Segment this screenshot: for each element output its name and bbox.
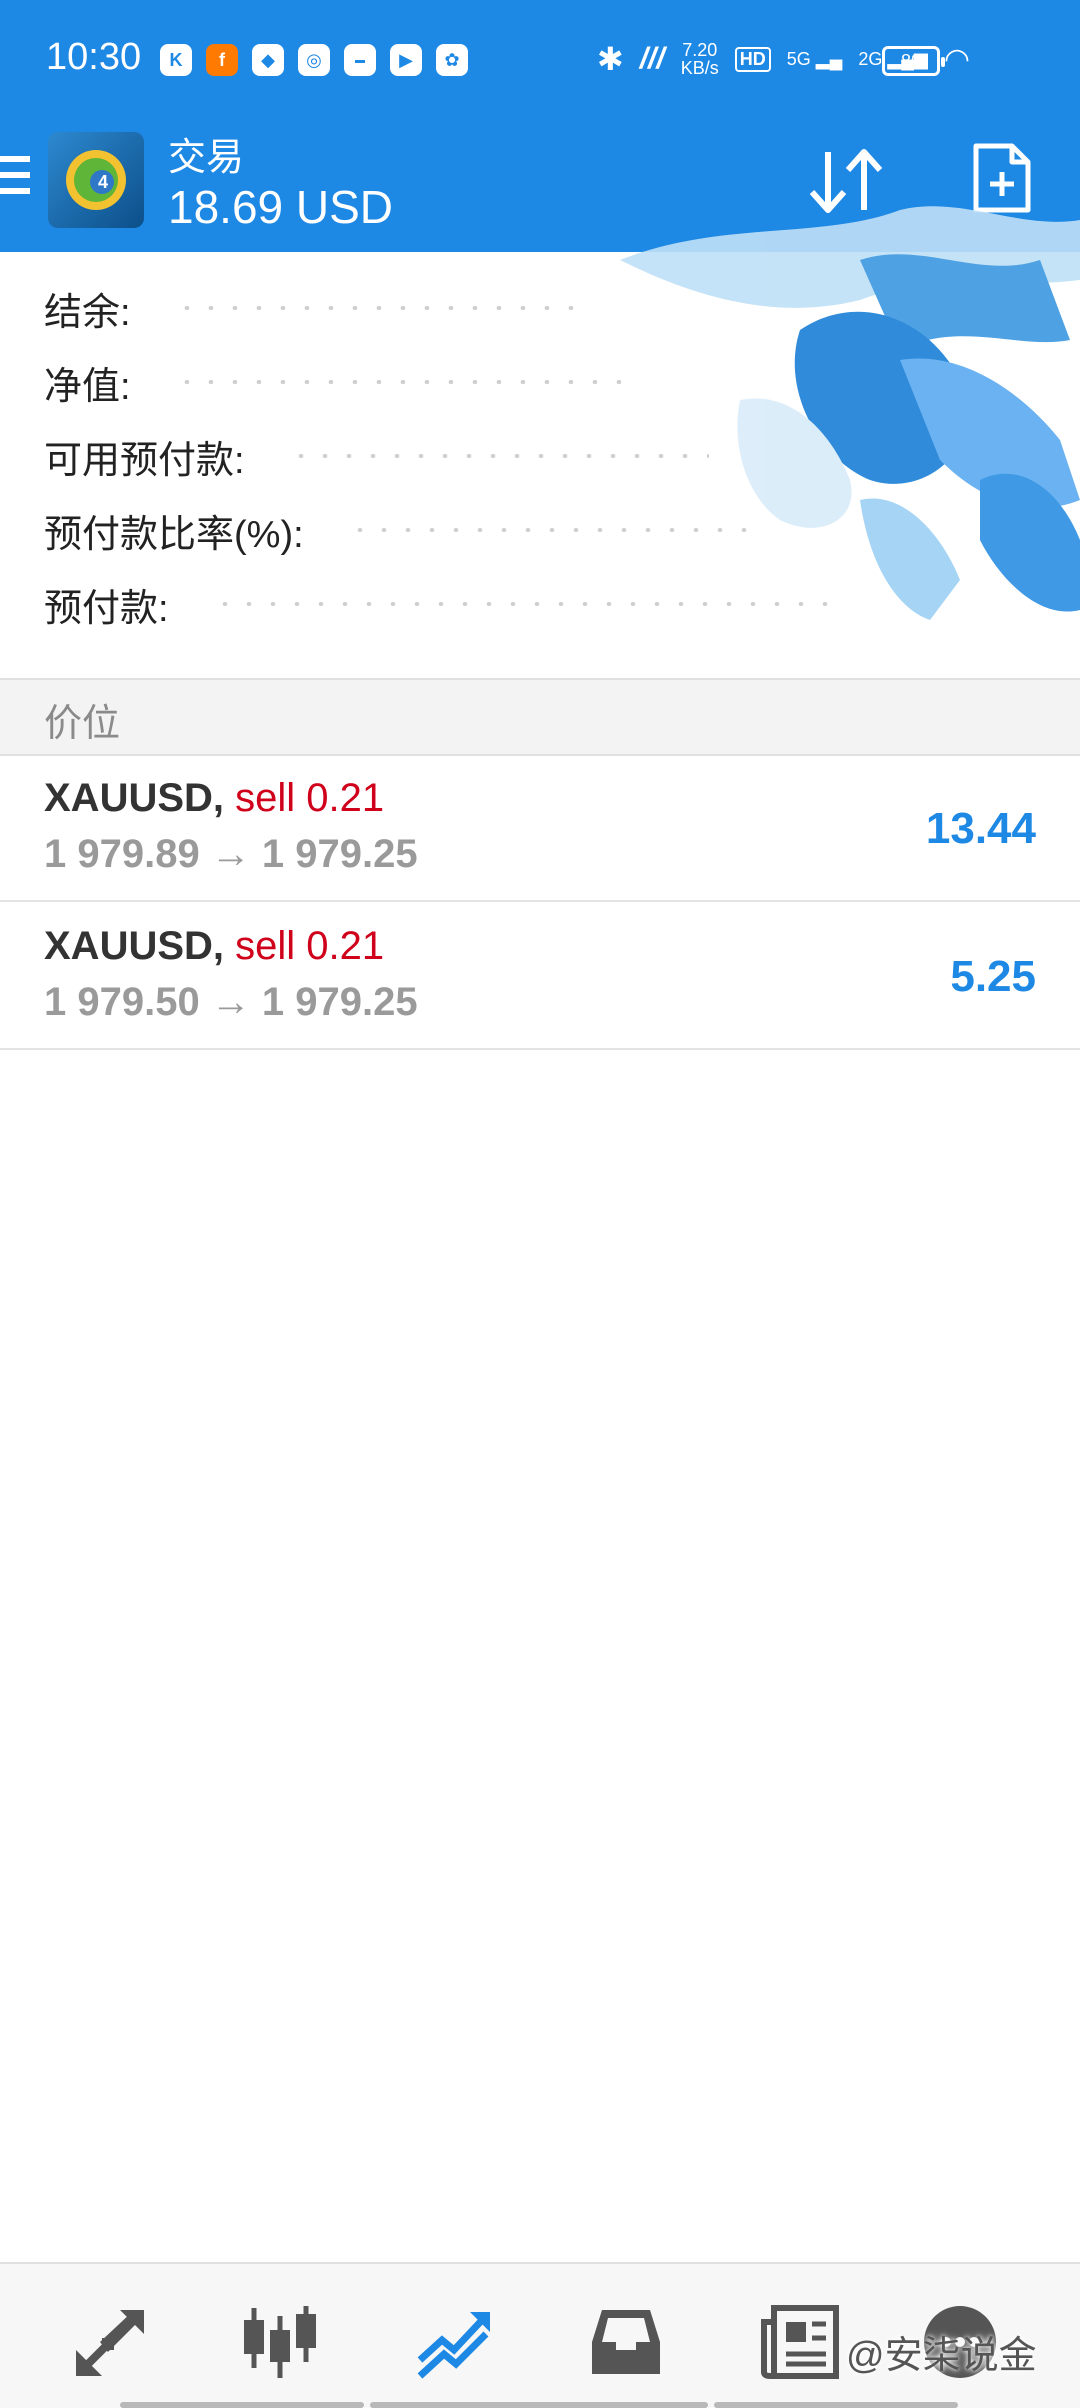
position-prices: 1 979.50 → 1 979.25 bbox=[44, 980, 418, 1024]
quotes-arrows-icon bbox=[76, 2310, 144, 2376]
margin-label: 预付款: bbox=[44, 587, 169, 630]
dotted-leader bbox=[174, 306, 585, 310]
page-title: 交易 bbox=[168, 137, 245, 179]
position-profit: 13.44 bbox=[925, 804, 1036, 853]
status-notification-icons: K f ◆ ◎ ▬ ▶ ✿ bbox=[160, 44, 468, 76]
section-title: 价位 bbox=[44, 703, 121, 745]
dotted-leader bbox=[347, 528, 748, 532]
position-prices: 1 979.89 → 1 979.25 bbox=[44, 832, 418, 876]
hd-icon: HD bbox=[734, 46, 771, 72]
position-side-volume: sell 0.21 bbox=[235, 924, 385, 968]
balance-label: 结余: bbox=[44, 291, 131, 334]
dotted-leader bbox=[174, 380, 635, 384]
nav-history[interactable] bbox=[586, 2302, 666, 2382]
position-row[interactable]: XAUUSD, sell 0.21 1 979.89 → 1 979.25 13… bbox=[0, 756, 1080, 902]
nav-news[interactable] bbox=[760, 2302, 840, 2382]
dotted-leader bbox=[288, 454, 709, 458]
gallery-app-icon: ✿ bbox=[436, 44, 468, 76]
position-separator: , bbox=[212, 776, 225, 820]
position-row[interactable]: XAUUSD, sell 0.21 1 979.50 → 1 979.25 5.… bbox=[0, 904, 1080, 1050]
position-side-volume: sell 0.21 bbox=[235, 776, 385, 820]
nav-quotes[interactable] bbox=[70, 2302, 150, 2382]
wifi-icon: ◠ bbox=[943, 42, 970, 76]
k-app-icon: K bbox=[160, 44, 192, 76]
signal-5g-label: 5G bbox=[786, 48, 811, 69]
menu-icon[interactable] bbox=[0, 156, 30, 202]
metatrader-logo: 4 bbox=[48, 132, 144, 228]
weibo-icon: ◎ bbox=[298, 44, 330, 76]
battery-level: 80 bbox=[900, 50, 922, 71]
free-margin-label: 可用预付款: bbox=[44, 439, 245, 482]
signal-2g-label: 2G bbox=[858, 48, 883, 69]
svg-text:4: 4 bbox=[98, 172, 108, 192]
news-icon bbox=[761, 2305, 839, 2379]
nav-indicator-1 bbox=[120, 2402, 364, 2408]
cat-app-icon: ◆ bbox=[252, 44, 284, 76]
video-play-icon: ▶ bbox=[390, 44, 422, 76]
account-balance-title: 18.69 USD bbox=[168, 181, 394, 233]
position-title: XAUUSD, sell 0.21 bbox=[44, 776, 384, 821]
status-bar: 10:30 K f ◆ ◎ ▬ ▶ ✿ ✱ /// 7.20 KB/s HD 5… bbox=[0, 0, 1080, 120]
status-time: 10:30 bbox=[46, 36, 142, 78]
margin-row: 预付款: bbox=[44, 574, 833, 634]
free-margin-row: 可用预付款: bbox=[44, 426, 709, 486]
balance-row: 结余: bbox=[44, 278, 585, 338]
position-separator: , bbox=[212, 924, 225, 968]
equity-label: 净值: bbox=[44, 365, 131, 408]
account-summary: 结余: 净值: 可用预付款: 预付款比率(%): 预付款: bbox=[0, 252, 1080, 678]
signal-5g-icon: 5G ▂▄ bbox=[786, 48, 843, 69]
position-title: XAUUSD, sell 0.21 bbox=[44, 924, 384, 969]
dotted-leader bbox=[212, 602, 833, 606]
network-speed: 7.20 KB/s bbox=[681, 41, 719, 77]
nfc-icon: /// bbox=[639, 42, 665, 75]
positions-section-header: 价位 bbox=[0, 678, 1080, 756]
trade-screen: 10:30 K f ◆ ◎ ▬ ▶ ✿ ✱ /// 7.20 KB/s HD 5… bbox=[0, 0, 1080, 2408]
equity-row: 净值: bbox=[44, 352, 635, 412]
inbox-tray-icon bbox=[592, 2310, 660, 2374]
candlestick-chart-icon bbox=[244, 2306, 316, 2378]
watermark: @安柒说金 bbox=[846, 2335, 1037, 2377]
nav-indicator-3 bbox=[714, 2402, 958, 2408]
position-profit: 5.25 bbox=[950, 952, 1036, 1001]
margin-level-row: 预付款比率(%): bbox=[44, 500, 748, 560]
trade-trend-icon bbox=[417, 2312, 490, 2379]
network-speed-unit: KB/s bbox=[680, 58, 719, 78]
orange-app-icon: f bbox=[206, 44, 238, 76]
nav-trade[interactable] bbox=[414, 2302, 494, 2382]
bluetooth-icon: ✱ bbox=[596, 41, 624, 77]
nav-chart[interactable] bbox=[240, 2302, 320, 2382]
margin-level-label: 预付款比率(%): bbox=[44, 513, 304, 556]
nav-indicator-2 bbox=[370, 2402, 708, 2408]
position-symbol: XAUUSD bbox=[44, 776, 213, 820]
battery-icon: 80 bbox=[882, 46, 945, 76]
network-speed-value: 7.20 bbox=[682, 40, 718, 60]
position-symbol: XAUUSD bbox=[44, 924, 213, 968]
youku-icon: ▬ bbox=[344, 44, 376, 76]
